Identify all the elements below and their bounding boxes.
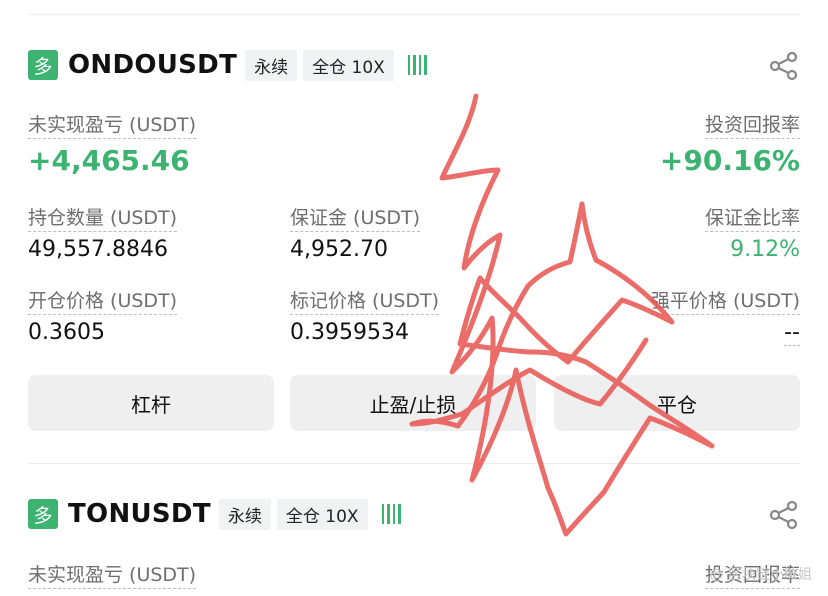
position-symbol[interactable]: ONDOUSDT <box>68 50 237 80</box>
side-badge: 多 <box>28 50 58 80</box>
side-badge: 多 <box>28 499 58 529</box>
mark-price-value: 0.3959534 <box>290 320 409 345</box>
margin-value: 4,952.70 <box>290 237 388 262</box>
leverage-bars-icon <box>381 504 401 524</box>
margin-ratio-value: 9.12% <box>730 237 800 262</box>
leverage-bars-icon <box>407 55 427 75</box>
position-header[interactable]: 多 ONDOUSDT 永续 全仓 10X <box>28 48 800 82</box>
close-position-button[interactable]: 平仓 <box>554 375 800 431</box>
contract-type-tag: 永续 <box>218 498 271 530</box>
margin-ratio-label[interactable]: 保证金比率 <box>704 203 800 232</box>
margin-mode-tag[interactable]: 全仓 10X <box>276 498 368 530</box>
unrealized-pnl-value: +4,465.46 <box>28 144 190 177</box>
contract-type-tag: 永续 <box>245 49 298 81</box>
entry-price-value: 0.3605 <box>28 320 105 345</box>
watermark: @ 区块链小敏姐 <box>709 567 812 583</box>
position-size-value: 49,557.8846 <box>28 237 168 262</box>
margin-label[interactable]: 保证金 (USDT) <box>290 203 421 232</box>
position-header[interactable]: 多 TONUSDT 永续 全仓 10X <box>28 497 800 531</box>
roi-label[interactable]: 投资回报率 <box>704 110 800 139</box>
tp-sl-button[interactable]: 止盈/止损 <box>290 375 536 431</box>
unrealized-pnl-label[interactable]: 未实现盈亏 (USDT) <box>28 110 197 139</box>
liquidation-price-label[interactable]: 强平价格 (USDT) <box>650 286 800 315</box>
unrealized-pnl-label[interactable]: 未实现盈亏 (USDT) <box>28 560 197 589</box>
leverage-button[interactable]: 杠杆 <box>28 375 274 431</box>
position-symbol[interactable]: TONUSDT <box>68 499 211 529</box>
top-divider <box>28 14 800 15</box>
liquidation-price-value: -- <box>784 320 800 346</box>
share-icon[interactable] <box>768 50 800 82</box>
section-divider <box>28 463 800 464</box>
share-icon[interactable] <box>768 499 800 531</box>
roi-value: +90.16% <box>659 144 800 177</box>
margin-mode-tag[interactable]: 全仓 10X <box>303 49 394 81</box>
position-size-label[interactable]: 持仓数量 (USDT) <box>28 203 178 232</box>
mark-price-label[interactable]: 标记价格 (USDT) <box>290 286 440 315</box>
entry-price-label[interactable]: 开仓价格 (USDT) <box>28 286 178 315</box>
